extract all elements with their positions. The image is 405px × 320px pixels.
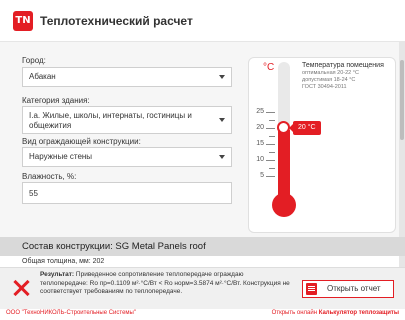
city-select[interactable]: Абакан	[22, 67, 232, 87]
result-label: Результат:	[40, 271, 75, 278]
unit-label: °C	[263, 62, 275, 73]
chevron-down-icon	[219, 155, 225, 159]
tick-label: 25	[256, 108, 264, 115]
optimal-temperature: оптимальная 20-22 °С	[302, 70, 359, 76]
total-thickness: Общая толщина, мм: 202	[22, 258, 105, 265]
scale-tick	[266, 160, 275, 161]
scale-tick	[266, 176, 275, 177]
tick-label: 10	[256, 156, 264, 163]
city-label: Город:	[22, 56, 46, 65]
technonicol-logo: TN	[13, 11, 33, 31]
document-icon	[306, 283, 317, 295]
tick-label: 5	[260, 172, 264, 179]
scale-tick	[269, 136, 275, 137]
result-text: Результат: Приведенное сопротивление теп…	[40, 271, 290, 297]
company-name: ООО "ТехноНИКОЛЬ-Строительные Системы"	[6, 310, 136, 316]
humidity-label: Влажность, %:	[22, 172, 77, 181]
scale-tick	[266, 144, 275, 145]
room-temperature-title: Температура помещения	[302, 62, 384, 69]
scale-tick	[269, 120, 275, 121]
composition-header: Состав конструкции: SG Metal Panels roof	[0, 237, 405, 256]
thermometer-bulb	[272, 193, 296, 217]
app-title: Теплотехнический расчет	[40, 14, 193, 28]
chevron-down-icon	[219, 118, 225, 122]
construction-label: Вид ограждающей конструкции:	[22, 137, 141, 146]
online-link[interactable]: Калькулятор теплозащиты	[319, 310, 399, 316]
online-calculator-link[interactable]: Открыть онлайн Калькулятор теплозащиты	[272, 310, 399, 316]
construction-value: Наружные стены	[29, 152, 93, 161]
result-message: Приведенное сопротивление теплопередаче …	[40, 271, 290, 295]
category-select[interactable]: I.a. Жилые, школы, интернаты, гостиницы …	[22, 106, 232, 134]
temperature-value-badge: 20 °C	[289, 121, 321, 135]
chevron-down-icon	[219, 75, 225, 79]
allowed-temperature: допустимая 18-24 °С	[302, 77, 356, 83]
city-value: Абакан	[29, 72, 56, 81]
scale-tick	[269, 152, 275, 153]
construction-select[interactable]: Наружные стены	[22, 147, 232, 167]
room-temperature-info: Температура помещения оптимальная 20-22 …	[302, 62, 394, 91]
scale-tick	[266, 112, 275, 113]
scrollbar-thumb[interactable]	[400, 60, 404, 140]
category-label: Категория здания:	[22, 96, 90, 105]
category-value: I.a. Жилые, школы, интернаты, гостиницы …	[29, 111, 192, 130]
scale-tick	[266, 128, 275, 129]
tick-label: 20	[256, 124, 264, 131]
app-header: TN Теплотехнический расчет	[0, 0, 405, 42]
tick-label: 15	[256, 140, 264, 147]
scale-tick	[269, 168, 275, 169]
online-prefix: Открыть онлайн	[271, 310, 318, 316]
humidity-input[interactable]: 55	[22, 182, 232, 204]
error-x-icon	[12, 279, 30, 297]
gost-standard: ГОСТ 30494-2011	[302, 84, 347, 90]
